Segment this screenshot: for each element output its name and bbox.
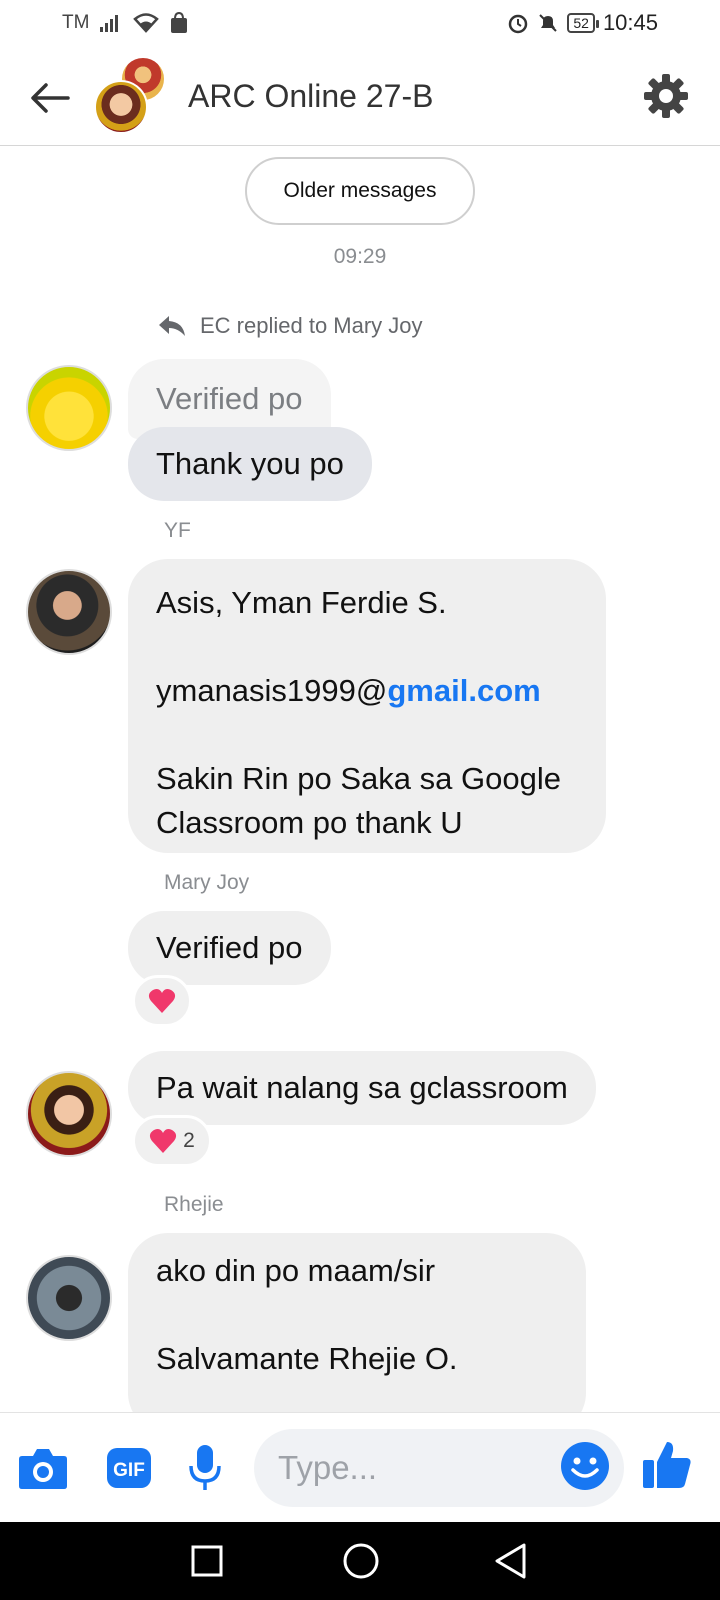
like-button[interactable] bbox=[640, 1437, 694, 1491]
store-icon bbox=[171, 12, 188, 33]
group-avatar-primary bbox=[94, 80, 148, 134]
battery-icon: 52 bbox=[567, 13, 599, 33]
svg-text:GIF: GIF bbox=[113, 1460, 145, 1481]
group-avatar[interactable] bbox=[94, 56, 170, 136]
reply-icon bbox=[159, 316, 185, 336]
message-bubble[interactable]: Thank you po bbox=[128, 427, 372, 501]
back-button[interactable] bbox=[28, 76, 72, 120]
thumbs-up-icon bbox=[643, 1442, 691, 1488]
message-bubble[interactable]: ako din po maam/sir Salvamante Rhejie O. bbox=[128, 1233, 586, 1412]
camera-icon bbox=[19, 1449, 67, 1489]
recents-button[interactable] bbox=[182, 1536, 232, 1586]
sender-name: Mary Joy bbox=[164, 871, 250, 894]
alarm-icon bbox=[509, 14, 528, 34]
reply-indicator: EC replied to Mary Joy bbox=[158, 313, 423, 339]
message-bubble[interactable]: Asis, Yman Ferdie S. ymanasis1999@gmail.… bbox=[128, 559, 606, 853]
composer-bar: GIF bbox=[0, 1412, 720, 1522]
message-line: Sakin Rin po Saka sa Google Classroom po… bbox=[156, 761, 561, 840]
microphone-icon bbox=[189, 1445, 221, 1490]
message-bubble[interactable]: Pa wait nalang sa gclassroom bbox=[128, 1051, 596, 1125]
message-bubble[interactable]: Verified po bbox=[128, 911, 331, 985]
home-button[interactable] bbox=[336, 1536, 386, 1586]
gif-button[interactable]: GIF bbox=[102, 1441, 156, 1495]
status-bar: TM 52 10:45 bbox=[0, 0, 720, 48]
signal-icon bbox=[100, 15, 119, 32]
message-timestamp: 09:29 bbox=[333, 245, 387, 268]
avatar[interactable] bbox=[26, 569, 112, 655]
emoji-icon bbox=[561, 1442, 609, 1490]
message-line: ymanasis1999@gmail.com bbox=[156, 669, 578, 713]
reaction-badge[interactable] bbox=[132, 975, 192, 1027]
system-nav-bar bbox=[0, 1522, 720, 1600]
email-link[interactable]: gmail.com bbox=[387, 673, 540, 708]
reply-note-text: EC replied to Mary Joy bbox=[200, 313, 423, 338]
message-line: Asis, Yman Ferdie S. bbox=[156, 585, 447, 620]
clock: 10:45 bbox=[602, 10, 658, 35]
carrier-label: TM bbox=[62, 12, 90, 33]
avatar[interactable] bbox=[26, 365, 112, 451]
mute-bell-icon bbox=[539, 14, 558, 32]
square-icon bbox=[191, 1545, 223, 1577]
wifi-icon bbox=[133, 13, 160, 33]
sender-name: YF bbox=[164, 519, 191, 542]
arrow-left-icon bbox=[31, 83, 70, 113]
status-right: 52 10:45 bbox=[507, 10, 658, 36]
message-list[interactable]: Older messages 09:29 EC replied to Mary … bbox=[0, 147, 720, 1412]
avatar[interactable] bbox=[26, 1255, 112, 1341]
nav-back-button[interactable] bbox=[486, 1536, 536, 1586]
chat-title[interactable]: ARC Online 27-B bbox=[188, 78, 433, 115]
circle-icon bbox=[343, 1543, 379, 1579]
message-line: ako din po maam/sir bbox=[156, 1253, 436, 1288]
chat-header: ARC Online 27-B bbox=[0, 48, 720, 146]
voice-button[interactable] bbox=[178, 1441, 232, 1495]
emoji-button[interactable] bbox=[558, 1439, 612, 1493]
sender-name: Rhejie bbox=[164, 1193, 224, 1216]
triangle-back-icon bbox=[495, 1543, 526, 1579]
gif-icon: GIF bbox=[107, 1448, 151, 1488]
gear-icon bbox=[644, 74, 688, 118]
reaction-badge[interactable]: 2 bbox=[132, 1115, 212, 1167]
camera-button[interactable] bbox=[16, 1441, 70, 1495]
message-line: Salvamante Rhejie O. bbox=[156, 1341, 458, 1376]
status-left: TM bbox=[62, 12, 189, 34]
reaction-count: 2 bbox=[183, 1129, 195, 1152]
settings-button[interactable] bbox=[640, 70, 692, 122]
email-user: ymanasis1999@ bbox=[156, 673, 388, 708]
avatar[interactable] bbox=[26, 1071, 112, 1157]
older-messages-button[interactable]: Older messages bbox=[245, 157, 475, 225]
heart-icon bbox=[148, 989, 176, 1013]
heart-icon bbox=[150, 1129, 177, 1153]
